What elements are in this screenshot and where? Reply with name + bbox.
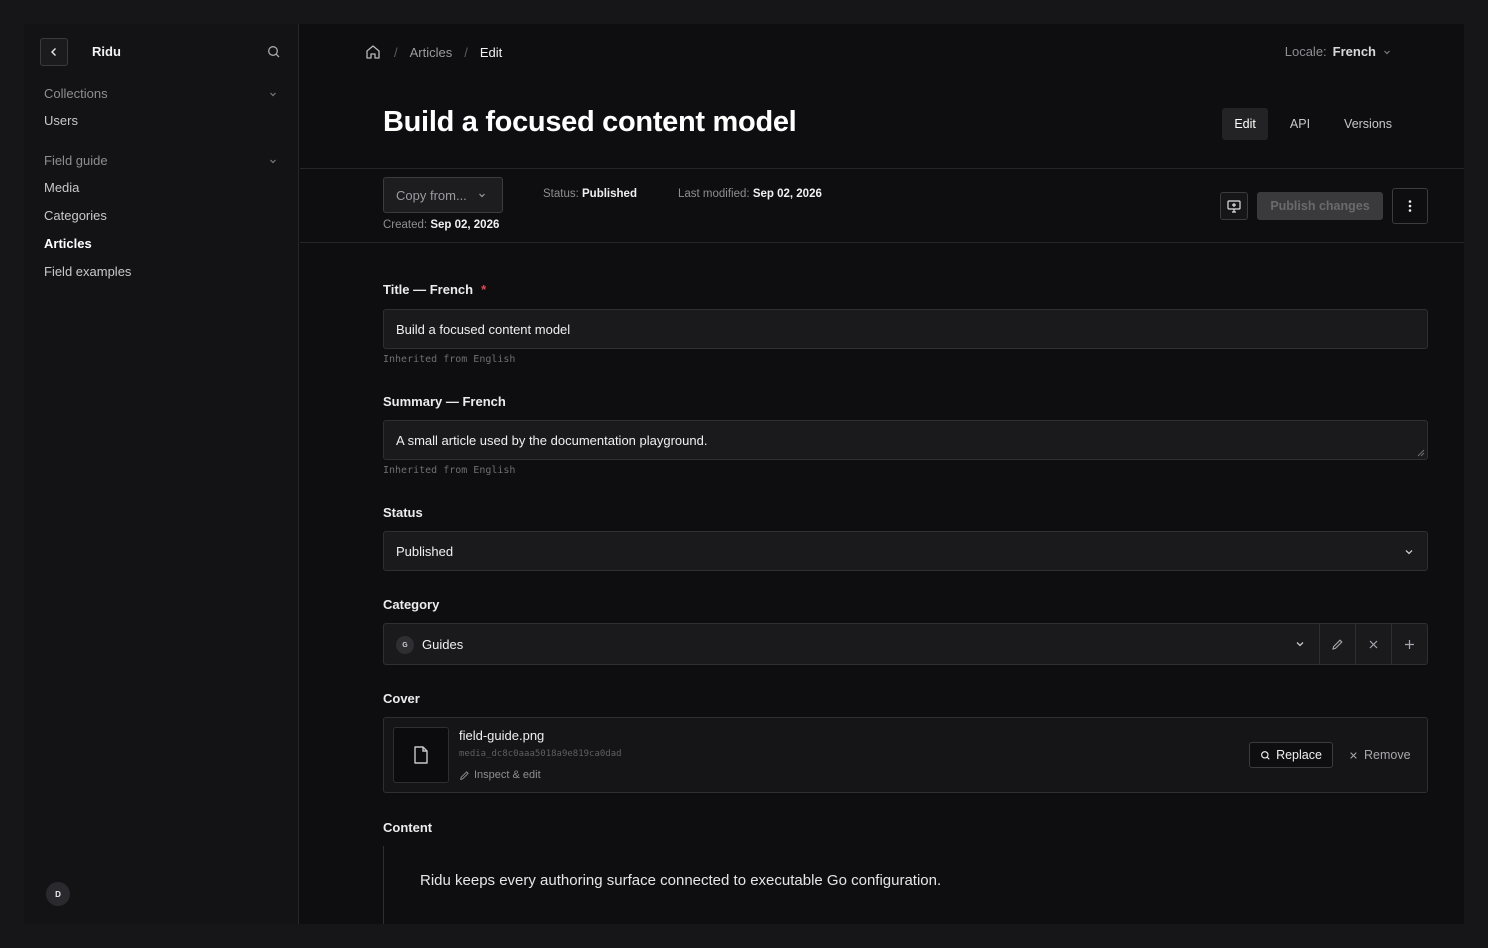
sidebar-item-users[interactable]: Users [44, 113, 78, 128]
chevron-down-icon[interactable] [1294, 638, 1306, 650]
summary-value: A small article used by the documentatio… [396, 432, 708, 448]
category-badge: G [396, 636, 414, 654]
category-select[interactable]: G Guides [383, 623, 1428, 665]
brand-name: Ridu [92, 44, 121, 59]
status-meta: Status: Published [543, 188, 637, 200]
resize-handle-icon[interactable] [1417, 449, 1425, 457]
category-field-label: Category [383, 597, 440, 612]
remove-media-button[interactable]: Remove [1349, 742, 1411, 768]
cover-field-label: Cover [383, 691, 420, 706]
clear-category-button[interactable] [1355, 624, 1391, 664]
summary-field-label: Summary — French [383, 394, 506, 409]
created-meta-label: Created: [383, 219, 428, 231]
breadcrumb-current: Edit [479, 44, 503, 60]
locale-value: French [1332, 44, 1376, 59]
status-select-value: Published [396, 543, 454, 559]
search-icon[interactable] [266, 44, 282, 60]
created-meta-value: Sep 02, 2026 [430, 219, 500, 231]
sidebar-item-media[interactable]: Media [44, 180, 79, 195]
search-icon [1261, 750, 1270, 760]
edit-category-button[interactable] [1319, 624, 1355, 664]
status-meta-label: Status: [543, 188, 579, 200]
user-avatar[interactable]: D [46, 882, 70, 906]
divider [300, 242, 1464, 243]
title-field-label: Title — French * [383, 282, 486, 297]
tab-edit[interactable]: Edit [1222, 108, 1268, 140]
breadcrumb: / Articles / Edit [364, 42, 502, 62]
preview-button[interactable] [1220, 192, 1248, 220]
tab-versions[interactable]: Versions [1332, 108, 1404, 140]
chevron-down-icon [270, 159, 276, 164]
monitor-icon [1227, 200, 1241, 213]
file-icon [414, 746, 428, 764]
app-window: Ridu Collections Users Field guide Media… [24, 24, 1464, 924]
view-tabs: Edit API Versions [1222, 108, 1404, 140]
tab-api[interactable]: API [1278, 108, 1322, 140]
title-input[interactable]: Build a focused content model [383, 309, 1428, 349]
copy-from-dropdown[interactable]: Copy from... [383, 177, 503, 213]
status-select[interactable]: Published [383, 531, 1428, 571]
inspect-edit-label: Inspect & edit [474, 769, 541, 781]
required-indicator: * [481, 282, 487, 297]
locale-selector[interactable]: Locale: French [1285, 44, 1392, 59]
summary-inherit-hint: Inherited from English [383, 465, 516, 476]
title-inherit-hint: Inherited from English [383, 354, 516, 365]
publish-changes-button[interactable]: Publish changes [1257, 192, 1383, 220]
sidebar-item-articles[interactable]: Articles [44, 236, 92, 251]
replace-media-button[interactable]: Replace [1249, 742, 1333, 768]
back-button[interactable] [40, 38, 68, 66]
modified-meta: Last modified: Sep 02, 2026 [678, 188, 822, 200]
media-thumbnail[interactable] [393, 727, 449, 783]
chevron-down-icon [1384, 50, 1390, 54]
breadcrumb-separator: / [464, 44, 468, 60]
chevron-down-icon [270, 92, 276, 97]
modified-meta-value: Sep 02, 2026 [752, 188, 822, 200]
sidebar-group-field-guide[interactable]: Field guide [44, 153, 278, 173]
media-file-name: field-guide.png [459, 728, 545, 743]
sidebar: Ridu Collections Users Field guide Media… [24, 24, 299, 924]
sidebar-group-label: Field guide [44, 153, 108, 168]
more-vertical-icon [1408, 200, 1412, 212]
chevron-left-icon [51, 48, 56, 56]
summary-textarea[interactable]: A small article used by the documentatio… [383, 420, 1428, 460]
modified-meta-label: Last modified: [678, 188, 750, 200]
plus-icon [1405, 639, 1414, 649]
inspect-edit-link[interactable]: Inspect & edit [459, 769, 541, 781]
add-category-button[interactable] [1391, 624, 1427, 664]
sidebar-item-categories[interactable]: Categories [44, 208, 107, 223]
remove-label: Remove [1364, 748, 1411, 762]
title-field-label-text: Title — French [383, 282, 474, 297]
home-icon[interactable] [364, 43, 382, 61]
cover-media-card: field-guide.png media_dc8c0aaa5018a9e819… [383, 717, 1428, 793]
locale-label: Locale: [1284, 44, 1327, 59]
pencil-icon [460, 770, 469, 780]
breadcrumb-separator: / [394, 44, 398, 60]
main-content: / Articles / Edit Locale: French Build a… [300, 24, 1464, 924]
more-options-button[interactable] [1392, 188, 1428, 224]
chevron-down-icon [478, 193, 485, 198]
status-meta-value: Published [582, 188, 637, 200]
content-editor-text[interactable]: Ridu keeps every authoring surface conne… [420, 872, 941, 889]
created-meta: Created: Sep 02, 2026 [383, 219, 499, 231]
sidebar-group-label: Collections [44, 86, 108, 101]
pencil-icon [1332, 638, 1343, 650]
chevron-down-icon [1405, 550, 1413, 555]
close-icon [1369, 640, 1378, 648]
page-title: Build a focused content model [383, 106, 797, 138]
close-icon [1350, 751, 1357, 759]
sidebar-group-collections[interactable]: Collections [44, 86, 278, 106]
breadcrumb-articles[interactable]: Articles [410, 45, 453, 60]
divider [300, 168, 1464, 169]
media-file-id: media_dc8c0aaa5018a9e819ca0dad [459, 749, 622, 759]
status-field-label: Status [383, 505, 423, 520]
replace-label: Replace [1276, 748, 1322, 762]
content-field-label: Content [383, 820, 433, 835]
category-value: Guides [422, 637, 464, 652]
content-editor-border [383, 846, 384, 924]
sidebar-header: Ridu [40, 38, 282, 66]
sidebar-item-field-examples[interactable]: Field examples [44, 264, 131, 279]
copy-from-label: Copy from... [396, 187, 467, 203]
